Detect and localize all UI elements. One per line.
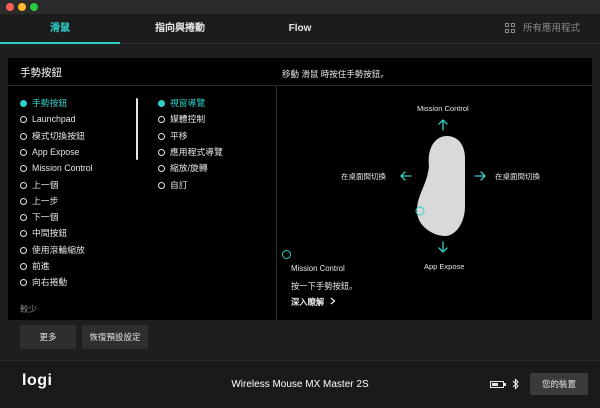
learn-more-link[interactable]: 深入瞭解 [291,296,336,308]
radio-selected-icon[interactable] [20,100,27,107]
panel-header: 手勢按鈕 移動 滑鼠 時按住手勢按鈕。 [8,58,592,86]
radio-option[interactable]: 手勢按鈕 [20,96,67,110]
bluetooth-icon [512,377,520,391]
arrow-down-icon [438,241,448,253]
radio-option-label: 平移 [170,130,188,141]
arrow-left-icon [400,171,412,181]
radio-option[interactable]: 中間按鈕 [20,226,67,240]
radio-option[interactable]: 向右捲動 [20,275,67,289]
radio-option[interactable]: 上一個 [20,178,58,192]
list-scrollbar[interactable] [136,98,138,160]
radio-option[interactable]: 前進 [20,259,50,273]
radio-icon[interactable] [20,279,27,287]
selected-gesture-marker [282,250,291,259]
radio-option-label: 自訂 [170,179,188,190]
radio-option-label: 前進 [32,261,50,271]
window-titlebar [0,0,600,14]
radio-selected-icon[interactable] [158,100,165,107]
footer-bar: logi Wireless Mouse MX Master 2S 您的裝置 [0,360,600,408]
chevron-right-icon [330,297,336,307]
radio-option[interactable]: 模式切換按鈕 [20,129,85,143]
radio-option[interactable]: 縮放/旋轉 [158,161,208,175]
radio-option-label: 手勢按鈕 [32,98,68,108]
description-text: 按一下手勢按鈕。 [291,281,358,291]
minimize-window-button[interactable] [18,3,26,11]
radio-icon[interactable] [158,132,165,140]
radio-option-label: 縮放/旋轉 [170,163,208,174]
close-window-button[interactable] [6,3,14,11]
radio-icon[interactable] [158,116,165,124]
radio-option-label: Launchpad [32,114,76,125]
radio-option[interactable]: 下一個 [20,210,58,224]
active-tab-indicator [0,42,120,44]
gesture-diagram: Mission Control 在桌面間切換 在桌面間切換 App Expose [277,86,592,271]
panel-hint: 移動 滑鼠 時按住手勢按鈕。 [282,69,389,79]
radio-option[interactable]: 媒體控制 [158,112,205,126]
radio-option-label: 中間按鈕 [32,228,68,239]
radio-icon[interactable] [20,132,27,140]
radio-option-label: App Expose [32,146,80,157]
tab-mouse[interactable]: 滑鼠 [0,14,120,44]
arrow-up-icon [438,119,448,131]
radio-option[interactable]: Launchpad [20,112,76,126]
arrow-right-icon [474,171,486,181]
restore-defaults-button[interactable]: 恢復預設設定 [82,325,148,349]
radio-icon[interactable] [20,246,27,254]
radio-icon[interactable] [158,148,165,156]
battery-level [492,383,498,386]
radio-icon[interactable] [20,165,27,173]
gesture-down-label: App Expose [424,262,465,271]
mouse-shape [417,136,465,236]
my-devices-button[interactable]: 您的裝置 [530,373,588,395]
gesture-left-label: 在桌面間切換 [341,172,386,181]
gesture-right-label: 在桌面間切換 [495,172,540,181]
radio-option-label: 上一步 [32,195,59,206]
radio-option[interactable]: 視窗導覽 [158,96,205,110]
gesture-up-label: Mission Control [417,104,469,113]
all-apps-button[interactable]: 所有應用程式 [523,14,580,44]
radio-option-label: 模式切換按鈕 [32,130,85,141]
zoom-window-button[interactable] [30,3,38,11]
panel-title: 手勢按鈕 [20,67,62,79]
description-title: Mission Control [291,264,345,273]
radio-icon[interactable] [20,214,27,222]
radio-option[interactable]: 應用程式導覽 [158,145,223,159]
apps-grid-icon[interactable] [505,23,516,34]
radio-icon[interactable] [158,165,165,173]
radio-option[interactable]: 平移 [158,129,188,143]
radio-option-label: 應用程式導覽 [170,146,223,157]
radio-icon[interactable] [158,181,165,189]
radio-option[interactable]: Mission Control [20,161,93,175]
radio-option-label: 媒體控制 [170,114,206,125]
tab-point-scroll[interactable]: 指向與捲動 [120,14,240,44]
radio-icon[interactable] [20,197,27,205]
radio-icon[interactable] [20,148,27,156]
battery-icon [490,381,506,388]
device-name: Wireless Mouse MX Master 2S [231,379,369,390]
tab-bar: 滑鼠 指向與捲動 Flow 所有應用程式 [0,14,600,44]
tab-flow[interactable]: Flow [240,14,360,44]
show-less-link[interactable]: 較少 [20,303,37,315]
radio-option-label: 下一個 [32,212,59,223]
radio-icon[interactable] [20,230,27,238]
radio-option-label: 上一個 [32,179,59,190]
radio-option-label: 視窗導覽 [170,98,206,108]
radio-icon[interactable] [20,116,27,124]
radio-option-label: 使用滾輪縮放 [32,244,85,255]
radio-option[interactable]: App Expose [20,145,79,159]
radio-option[interactable]: 使用滾輪縮放 [20,243,85,257]
radio-option[interactable]: 自訂 [158,178,188,192]
radio-option[interactable]: 上一步 [20,194,58,208]
radio-option-label: 向右捲動 [32,277,68,288]
more-button[interactable]: 更多 [20,325,76,349]
radio-option-label: Mission Control [32,163,93,174]
radio-icon[interactable] [20,181,27,189]
radio-icon[interactable] [20,263,27,270]
learn-more-label: 深入瞭解 [291,297,325,307]
